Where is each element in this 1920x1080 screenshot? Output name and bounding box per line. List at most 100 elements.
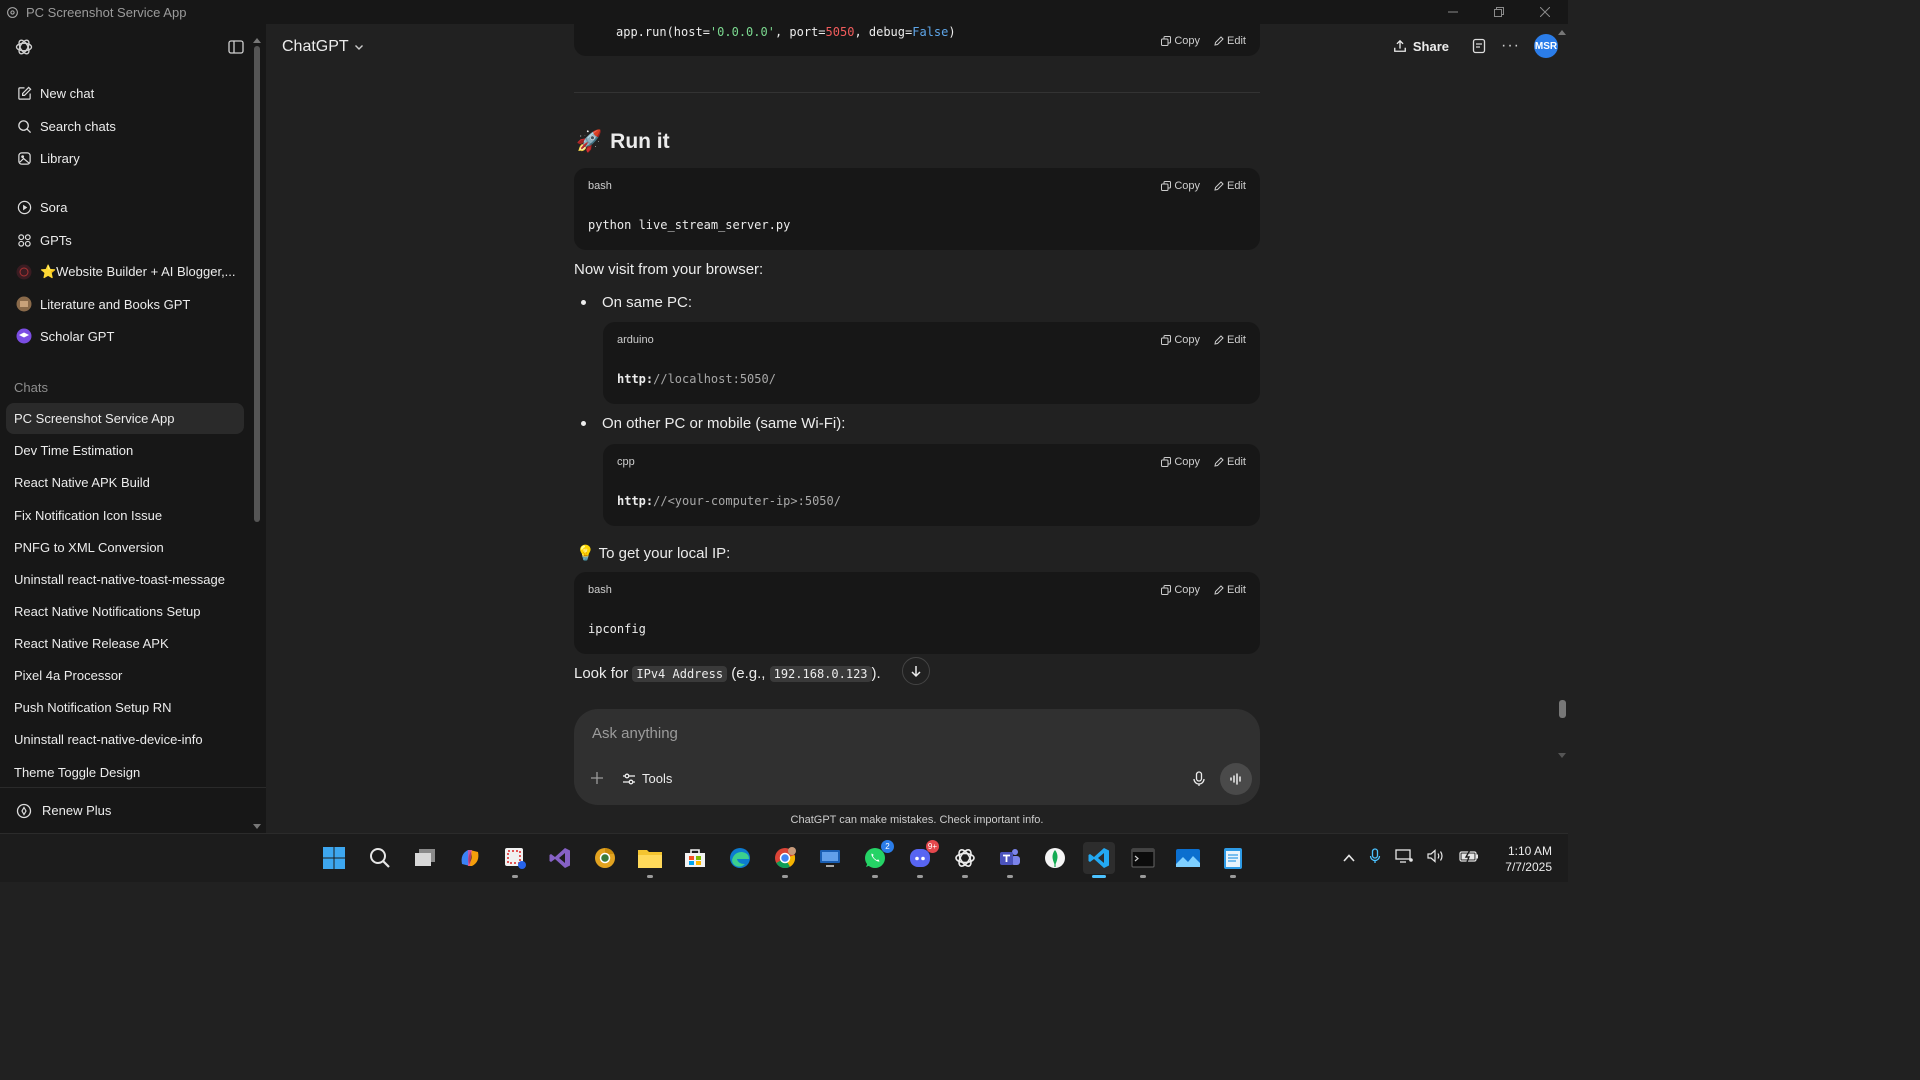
remote-desktop-button[interactable] [814, 842, 846, 874]
visual-studio-button[interactable] [544, 842, 576, 874]
clock-date: 7/7/2025 [1505, 859, 1552, 874]
system-tray: 1:10 AM 7/7/2025 [1343, 834, 1552, 883]
gpt-website-builder[interactable]: ⭐Website Builder + AI Blogger,... [6, 257, 244, 287]
close-button[interactable] [1522, 0, 1568, 24]
sidebar-toggle-icon[interactable] [228, 39, 244, 55]
sidebar-scrollbar[interactable] [252, 36, 262, 831]
paragraph-text: Now visit from your browser: [574, 261, 764, 278]
whatsapp-button[interactable]: 2 [859, 840, 894, 878]
copy-code-button[interactable]: Copy [1161, 35, 1200, 47]
chat-item[interactable]: Uninstall react-native-toast-message [6, 564, 244, 595]
microphone-tray-icon[interactable] [1369, 848, 1381, 869]
renew-plus-button[interactable]: Renew Plus [0, 787, 266, 833]
gpt-literature-books[interactable]: Literature and Books GPT [6, 289, 244, 319]
edit-label: Edit [1227, 584, 1246, 596]
copy-code-button[interactable]: Copy [1161, 584, 1200, 596]
scroll-to-bottom-button[interactable] [902, 657, 930, 685]
chrome-button[interactable] [769, 842, 801, 878]
show-hidden-icons-button[interactable] [1343, 850, 1355, 868]
scroll-down-arrow-icon[interactable] [252, 823, 262, 831]
gpts-button[interactable]: GPTs [6, 225, 244, 255]
chat-item[interactable]: PC Screenshot Service App [6, 403, 244, 434]
voice-mode-button[interactable] [1220, 763, 1252, 795]
edit-label: Edit [1227, 35, 1246, 47]
chat-item[interactable]: React Native Release APK [6, 628, 244, 659]
chat-item[interactable]: Theme Toggle Design [6, 757, 244, 788]
copy-code-button[interactable]: Copy [1161, 456, 1200, 468]
dictate-button[interactable] [1192, 771, 1206, 792]
edge-button[interactable] [724, 842, 756, 874]
copy-code-button[interactable]: Copy [1161, 334, 1200, 346]
sora-button[interactable]: Sora [6, 192, 244, 222]
main-scrollbar-thumb[interactable] [1559, 700, 1566, 718]
edit-code-button[interactable]: Edit [1214, 584, 1246, 596]
edit-code-button[interactable]: Edit [1214, 334, 1246, 346]
chat-item[interactable]: React Native APK Build [6, 467, 244, 498]
vscode-button[interactable] [1083, 842, 1115, 878]
task-view-button[interactable] [409, 842, 441, 874]
inline-code: IPv4 Address [632, 666, 728, 682]
terminal-button[interactable] [1127, 842, 1159, 878]
avatar[interactable]: MSR [1534, 34, 1558, 58]
scroll-up-arrow-icon[interactable] [252, 36, 262, 44]
window-title: PC Screenshot Service App [26, 4, 187, 20]
chat-item[interactable]: Uninstall react-native-device-info [6, 724, 244, 755]
chat-item[interactable]: PNFG to XML Conversion [6, 532, 244, 563]
edit-code-button[interactable]: Edit [1214, 35, 1246, 47]
search-chats-button[interactable]: Search chats [6, 111, 244, 141]
chat-item[interactable]: Pixel 4a Processor [6, 660, 244, 691]
notepad-button[interactable] [1217, 842, 1249, 878]
new-chat-button[interactable]: New chat [6, 78, 244, 108]
chatgpt-icon [955, 849, 975, 867]
mongodb-compass-button[interactable] [1039, 842, 1071, 874]
share-button[interactable]: Share [1393, 39, 1449, 54]
restore-button[interactable] [1476, 0, 1522, 24]
chat-item[interactable]: Fix Notification Icon Issue [6, 500, 244, 531]
more-options-icon[interactable]: ··· [1501, 37, 1520, 55]
copilot-button[interactable] [454, 842, 486, 874]
scroll-down-arrow-icon[interactable] [1557, 752, 1567, 760]
photos-button[interactable] [1172, 842, 1204, 874]
library-icon [16, 150, 32, 166]
notification-badge: 2 [881, 840, 894, 853]
chat-item[interactable]: React Native Notifications Setup [6, 596, 244, 627]
volume-icon[interactable] [1427, 849, 1445, 868]
chevron-up-icon [1343, 853, 1355, 862]
model-selector[interactable]: ChatGPT [282, 38, 365, 56]
gpt-scholar[interactable]: Scholar GPT [6, 321, 244, 351]
code-line: http://localhost:5050/ [617, 372, 776, 386]
running-indicator [782, 875, 788, 878]
chat-item[interactable]: Dev Time Estimation [6, 435, 244, 466]
share-label: Share [1412, 38, 1450, 54]
chrome-canary-button[interactable] [589, 842, 621, 874]
battery-icon[interactable] [1459, 849, 1479, 868]
notes-icon[interactable] [1471, 38, 1487, 54]
network-icon[interactable] [1395, 849, 1414, 868]
snipping-tool-button[interactable] [499, 842, 531, 878]
file-explorer-button[interactable] [634, 842, 666, 878]
scroll-up-arrow-icon[interactable] [1557, 28, 1567, 36]
composer-input[interactable]: Ask anything [592, 725, 678, 742]
microsoft-store-button[interactable] [679, 842, 711, 874]
edit-code-button[interactable]: Edit [1214, 456, 1246, 468]
teams-button[interactable] [994, 842, 1026, 878]
discord-button[interactable]: 9+ [904, 840, 939, 878]
sidebar-scrollbar-thumb[interactable] [254, 46, 260, 522]
gpt-scholar-label: Scholar GPT [40, 328, 115, 344]
library-button[interactable]: Library [6, 143, 244, 173]
vscode-icon [1088, 848, 1109, 868]
start-button[interactable] [318, 842, 350, 874]
main-scrollbar[interactable] [1556, 24, 1568, 764]
search-taskbar-button[interactable] [364, 842, 396, 874]
minimize-button[interactable] [1430, 0, 1476, 24]
add-attachment-button[interactable] [590, 769, 604, 790]
copy-code-button[interactable]: Copy [1161, 180, 1200, 192]
tools-button[interactable]: Tools [622, 771, 672, 786]
composer[interactable]: Ask anything Tools [574, 709, 1260, 805]
openai-logo-icon[interactable] [14, 37, 34, 57]
edit-code-button[interactable]: Edit [1214, 180, 1246, 192]
copy-icon [1161, 585, 1172, 595]
clock[interactable]: 1:10 AM 7/7/2025 [1505, 843, 1552, 875]
chat-item[interactable]: Push Notification Setup RN [6, 692, 244, 723]
chatgpt-app-button[interactable] [949, 842, 981, 878]
